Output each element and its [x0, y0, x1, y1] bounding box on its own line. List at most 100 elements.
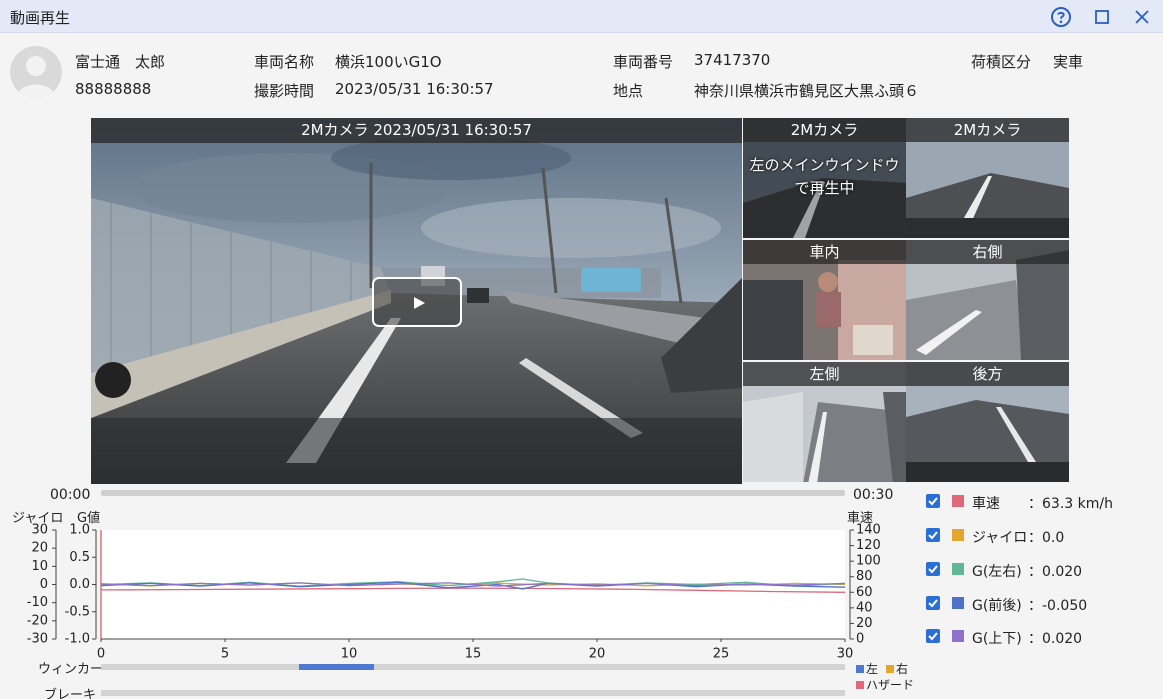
- series-value: ：63.3 km/h: [1028, 496, 1113, 512]
- shoot-time-label: 撮影時間: [254, 82, 315, 100]
- series-name: G(左右): [972, 564, 1022, 580]
- main-video[interactable]: 2Mカメラ 2023/05/31 16:30:57: [91, 118, 742, 484]
- thumb-label: 後方: [906, 362, 1069, 386]
- brake-track: [101, 690, 845, 696]
- x-tick-label: 5: [221, 647, 229, 662]
- shoot-time-value: 2023/05/31 16:30:57: [335, 80, 494, 98]
- playback-seekbar[interactable]: [101, 490, 845, 496]
- sensor-chart: 3020100-10-20-301.00.50.0-0.5-1.01401201…: [27, 523, 881, 662]
- driver-name: 富士通 太郎: [75, 53, 166, 71]
- gyro-tick-label: 10: [31, 559, 48, 574]
- series-checkbox[interactable]: [926, 528, 940, 542]
- check-icon: [928, 565, 938, 574]
- gyro-tick-label: -30: [27, 632, 48, 647]
- place-value: 神奈川県横浜市鶴見区大黒ふ頭６: [694, 82, 920, 100]
- series-name: G(上下): [972, 631, 1022, 647]
- vehicle-number-value: 37417370: [694, 51, 771, 69]
- g-tick-label: 0.5: [69, 550, 90, 565]
- thumb-label: 車内: [743, 240, 906, 264]
- vehicle-name-value: 横浜100いG1O: [335, 53, 442, 71]
- vehicle-name-label: 車両名称: [254, 53, 315, 71]
- check-icon: [928, 497, 938, 506]
- speed-tick-label: 20: [856, 616, 873, 631]
- blinker-left-segment: [299, 664, 374, 670]
- play-icon: [414, 297, 425, 309]
- speed-tick-label: 140: [856, 523, 881, 538]
- thumb-2m-camera[interactable]: 2Mカメラ: [906, 118, 1069, 238]
- series-value: ：0.0: [1028, 530, 1065, 546]
- maximize-icon[interactable]: [1090, 5, 1114, 29]
- series-swatch: [952, 597, 964, 609]
- hazard-text: ハザード: [866, 678, 915, 692]
- window-titlebar: 動画再生: [0, 0, 1163, 33]
- speed-tick-label: 40: [856, 600, 873, 615]
- x-tick-label: 15: [465, 647, 482, 662]
- g-tick-label: 0.0: [69, 577, 90, 592]
- check-icon: [928, 599, 938, 608]
- thumb-label: 2Mカメラ: [743, 118, 906, 142]
- hazard-swatch: [856, 681, 864, 689]
- person-icon: [17, 56, 55, 98]
- blinker-right-text: 右: [896, 662, 909, 676]
- thumb-label: 左側: [743, 362, 906, 386]
- gyro-tick-label: 20: [31, 541, 48, 556]
- blinker-legend-left: 左: [856, 660, 878, 677]
- thumb-label: 2Mカメラ: [906, 118, 1069, 142]
- thumb-right-side[interactable]: 右側: [906, 240, 1069, 360]
- series-swatch: [952, 563, 964, 575]
- speed-tick-label: 100: [856, 554, 881, 569]
- driver-id: 88888888: [75, 80, 152, 98]
- series-name: ジャイロ: [972, 530, 1028, 546]
- place-label: 地点: [613, 82, 644, 100]
- load-type-label: 荷積区分: [971, 53, 1032, 71]
- avatar: [10, 46, 62, 98]
- series-name: 車速: [972, 496, 1000, 512]
- x-tick-label: 10: [341, 647, 358, 662]
- main-video-caption: 2Mカメラ 2023/05/31 16:30:57: [91, 118, 742, 143]
- window-title: 動画再生: [10, 9, 71, 27]
- thumb-label: 右側: [906, 240, 1069, 264]
- g-tick-label: 1.0: [69, 523, 90, 538]
- series-value: ：0.020: [1028, 631, 1083, 647]
- series-checkbox[interactable]: [926, 494, 940, 508]
- blinker-label: ウィンカー: [38, 662, 104, 677]
- speed-tick-label: 60: [856, 585, 873, 600]
- series-checkbox[interactable]: [926, 596, 940, 610]
- blinker-left-swatch: [856, 665, 864, 673]
- thumb-2m-camera-main[interactable]: 2Mカメラ 左のメインウインドウで再生中: [743, 118, 906, 238]
- gyro-tick-label: -20: [27, 613, 48, 628]
- x-tick-label: 30: [837, 647, 854, 662]
- thumb-rear[interactable]: 後方: [906, 362, 1069, 482]
- series-name: G(前後): [972, 598, 1022, 614]
- series-value: ：-0.050: [1028, 598, 1088, 614]
- speed-tick-label: 0: [856, 632, 864, 647]
- play-button[interactable]: [372, 277, 462, 327]
- close-icon[interactable]: [1130, 5, 1154, 29]
- check-icon: [928, 632, 938, 641]
- series-swatch: [952, 529, 964, 541]
- playing-in-main-message: 左のメインウインドウで再生中: [749, 156, 900, 197]
- blinker-left-text: 左: [866, 662, 879, 676]
- brake-label: ブレーキ: [44, 688, 97, 699]
- help-icon[interactable]: [1049, 5, 1073, 29]
- gyro-tick-label: 30: [31, 523, 48, 538]
- check-icon: [928, 531, 938, 540]
- series-checkbox[interactable]: [926, 629, 940, 643]
- thumb-left-side[interactable]: 左側: [743, 362, 906, 482]
- x-tick-label: 20: [589, 647, 606, 662]
- g-tick-label: -1.0: [65, 632, 90, 647]
- blinker-right-swatch: [886, 665, 894, 673]
- load-type-value: 実車: [1053, 53, 1084, 71]
- series-swatch: [952, 630, 964, 642]
- gyro-tick-label: -10: [27, 595, 48, 610]
- gyro-tick-label: 0: [40, 577, 48, 592]
- speed-tick-label: 80: [856, 569, 873, 584]
- x-tick-label: 25: [713, 647, 730, 662]
- blinker-track: [101, 664, 845, 670]
- thumb-interior[interactable]: 車内: [743, 240, 906, 360]
- blinker-legend-hazard: ハザード: [856, 676, 914, 693]
- series-swatch: [952, 495, 964, 507]
- vehicle-number-label: 車両番号: [613, 53, 674, 71]
- g-tick-label: -0.5: [65, 604, 90, 619]
- series-checkbox[interactable]: [926, 562, 940, 576]
